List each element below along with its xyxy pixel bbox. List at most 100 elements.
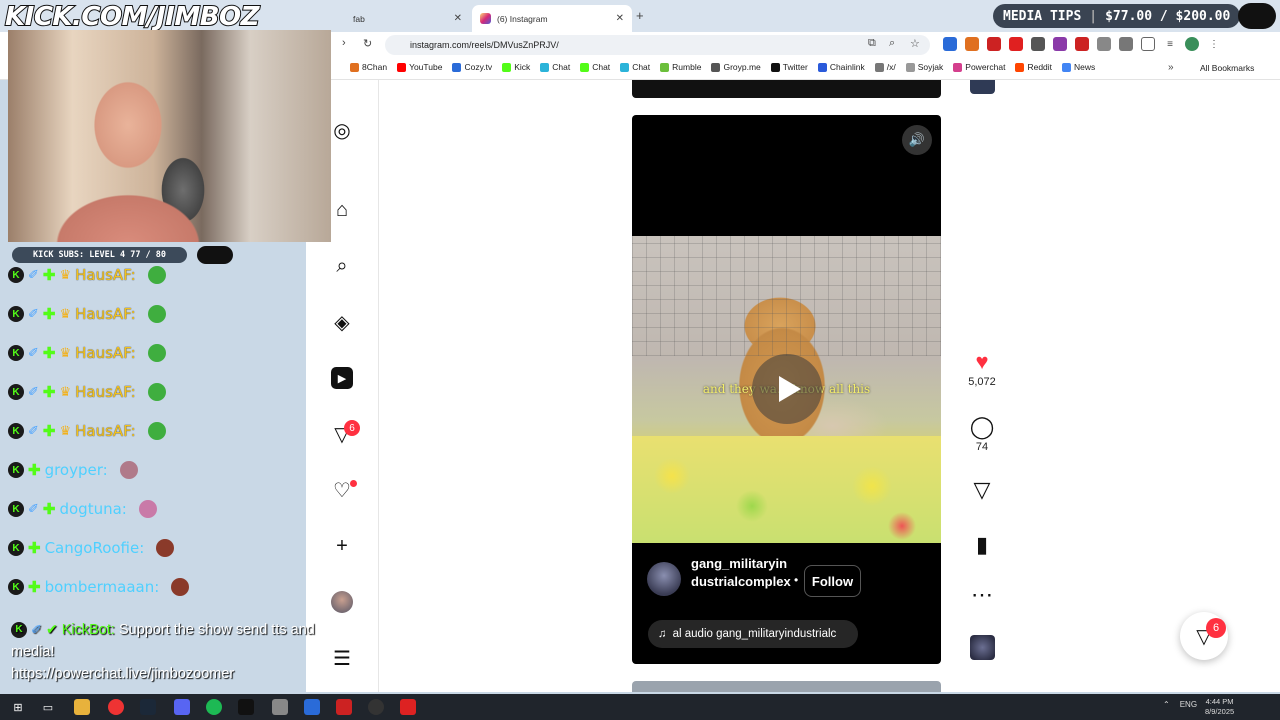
- chat-username: HausAF:: [75, 422, 136, 440]
- bookmark-item[interactable]: Groyp.me: [711, 62, 761, 72]
- forward-icon[interactable]: ›: [342, 37, 346, 49]
- bookmark-item[interactable]: Chainlink: [817, 62, 865, 72]
- steam-icon[interactable]: [140, 699, 156, 715]
- share-send-icon[interactable]: ▽: [962, 478, 1002, 502]
- save-bookmark-icon[interactable]: ▮: [962, 533, 1002, 557]
- next-reel[interactable]: [632, 681, 941, 692]
- task-view-icon[interactable]: ▭: [40, 699, 56, 715]
- reading-list-icon[interactable]: ≡: [1163, 37, 1177, 51]
- menu-kebab-icon[interactable]: ⋮: [1207, 37, 1221, 51]
- extension-icon[interactable]: [1053, 37, 1067, 51]
- chat-emote-icon: [147, 383, 166, 401]
- instagram-logo-icon[interactable]: ◎: [330, 118, 354, 142]
- bookmark-star-icon[interactable]: ☆: [910, 37, 920, 50]
- like-heart-icon[interactable]: ♥: [962, 350, 1002, 374]
- like-action[interactable]: ♥ 5,072: [962, 350, 1002, 389]
- kick-badge-icon: K: [8, 540, 24, 556]
- tab-instagram[interactable]: (6) Instagram ✕: [472, 5, 632, 32]
- obs-icon[interactable]: [238, 699, 254, 715]
- app-icon[interactable]: [336, 699, 352, 715]
- app-icon[interactable]: [368, 699, 384, 715]
- bookmark-item[interactable]: Cozy.tv: [452, 62, 492, 72]
- reel-player[interactable]: 🔊 and they wa… know all this gang_milita…: [632, 115, 941, 664]
- extension-icon[interactable]: [987, 37, 1001, 51]
- close-tab-icon[interactable]: ✕: [454, 13, 462, 24]
- extension-icon[interactable]: [1031, 37, 1045, 51]
- create-plus-icon[interactable]: +: [330, 534, 354, 558]
- file-explorer-icon[interactable]: [74, 699, 90, 715]
- clock[interactable]: 4:44 PM 8/9/2025: [1205, 697, 1234, 717]
- comment-icon[interactable]: ◯: [962, 415, 1002, 439]
- bookmark-item[interactable]: Powerchat: [953, 62, 1005, 72]
- windows-taskbar: ⊞ ▭ ⌃ ENG 4:44 PM 8/9/2025: [0, 694, 1280, 720]
- previous-reel-audio-thumb[interactable]: [970, 80, 995, 94]
- bookmark-item[interactable]: News: [1062, 62, 1095, 72]
- extension-icon[interactable]: [965, 37, 979, 51]
- more-bookmarks-icon[interactable]: »: [1168, 62, 1174, 73]
- more-options-action[interactable]: ⋯: [962, 583, 1002, 607]
- discord-icon[interactable]: [174, 699, 190, 715]
- reel-video[interactable]: and they wa… know all this: [632, 236, 941, 543]
- bookmark-item[interactable]: Twitter: [770, 62, 808, 72]
- reels-icon[interactable]: ▶: [330, 366, 354, 390]
- bookmark-item[interactable]: Reddit: [1015, 62, 1052, 72]
- play-icon[interactable]: [752, 354, 822, 424]
- profile-icon[interactable]: [1185, 37, 1199, 51]
- search-icon[interactable]: ⌕: [330, 254, 354, 278]
- tray-chevron-icon[interactable]: ⌃: [1163, 700, 1170, 709]
- app-icon[interactable]: [272, 699, 288, 715]
- app-icon[interactable]: [304, 699, 320, 715]
- close-tab-icon[interactable]: ✕: [616, 13, 624, 24]
- zoom-icon[interactable]: ⌕: [889, 37, 895, 50]
- audio-pill[interactable]: ♫ al audio gang_militaryindustrialc: [648, 620, 858, 648]
- bookmark-item[interactable]: 8Chan: [350, 62, 387, 72]
- home-icon[interactable]: ⌂: [330, 198, 354, 222]
- more-options-icon[interactable]: ⋯: [962, 583, 1002, 607]
- all-bookmarks-button[interactable]: All Bookmarks: [1200, 63, 1254, 73]
- divider: |: [1089, 8, 1098, 24]
- extensions-puzzle-icon[interactable]: [1119, 37, 1133, 51]
- new-tab-icon[interactable]: +: [636, 8, 644, 23]
- save-action[interactable]: ▮: [962, 533, 1002, 557]
- spotify-icon[interactable]: [206, 699, 222, 715]
- notification-dot: [350, 480, 357, 487]
- bookmark-item[interactable]: Rumble: [660, 62, 701, 72]
- bookmark-item[interactable]: Chat: [620, 62, 650, 72]
- bookmark-favicon-icon: [620, 62, 630, 72]
- address-bar[interactable]: instagram.com/reels/DMVusZnPRJV/: [385, 35, 930, 55]
- start-icon[interactable]: ⊞: [10, 699, 26, 715]
- bookmark-item[interactable]: Kick: [502, 62, 530, 72]
- author-avatar[interactable]: [647, 562, 681, 596]
- explore-compass-icon[interactable]: ◈: [330, 310, 354, 334]
- chrome-icon[interactable]: [108, 699, 124, 715]
- bookmark-favicon-icon: [580, 62, 590, 72]
- bookmark-item[interactable]: /x/: [874, 62, 896, 72]
- language-indicator[interactable]: ENG: [1180, 700, 1197, 709]
- side-panel-icon[interactable]: [1141, 37, 1155, 51]
- bookmark-item[interactable]: Chat: [580, 62, 610, 72]
- bookmark-item[interactable]: YouTube: [397, 62, 442, 72]
- bookmark-item[interactable]: Soyjak: [905, 62, 943, 72]
- profile-avatar[interactable]: [330, 590, 354, 614]
- bookmark-item[interactable]: Chat: [540, 62, 570, 72]
- more-menu-icon[interactable]: ☰: [330, 646, 354, 670]
- share-action[interactable]: ▽: [962, 478, 1002, 502]
- url-text: instagram.com/reels/DMVusZnPRJV/: [410, 40, 559, 50]
- clock-time: 4:44 PM: [1205, 697, 1234, 706]
- install-app-icon[interactable]: ⧉: [868, 37, 876, 50]
- extension-icon[interactable]: [1097, 37, 1111, 51]
- audio-thumbnail[interactable]: [970, 635, 995, 660]
- reload-icon[interactable]: ↻: [363, 37, 372, 50]
- tab-fab[interactable]: fab ✕: [345, 5, 470, 32]
- comment-action[interactable]: ◯ 74: [962, 415, 1002, 454]
- extension-icon[interactable]: [943, 37, 957, 51]
- extension-icon[interactable]: [1009, 37, 1023, 51]
- chat-message: K ✚ groyper:: [8, 461, 316, 479]
- extension-icon[interactable]: [1075, 37, 1089, 51]
- audio-toggle-icon[interactable]: 🔊: [902, 125, 932, 155]
- author-username[interactable]: gang_militaryindustrialcomplex: [691, 555, 791, 591]
- chat-message: K ✐ ✚ ♛ HausAF:: [8, 422, 316, 440]
- previous-reel[interactable]: [632, 80, 941, 98]
- app-icon[interactable]: [400, 699, 416, 715]
- follow-button[interactable]: Follow: [804, 565, 861, 597]
